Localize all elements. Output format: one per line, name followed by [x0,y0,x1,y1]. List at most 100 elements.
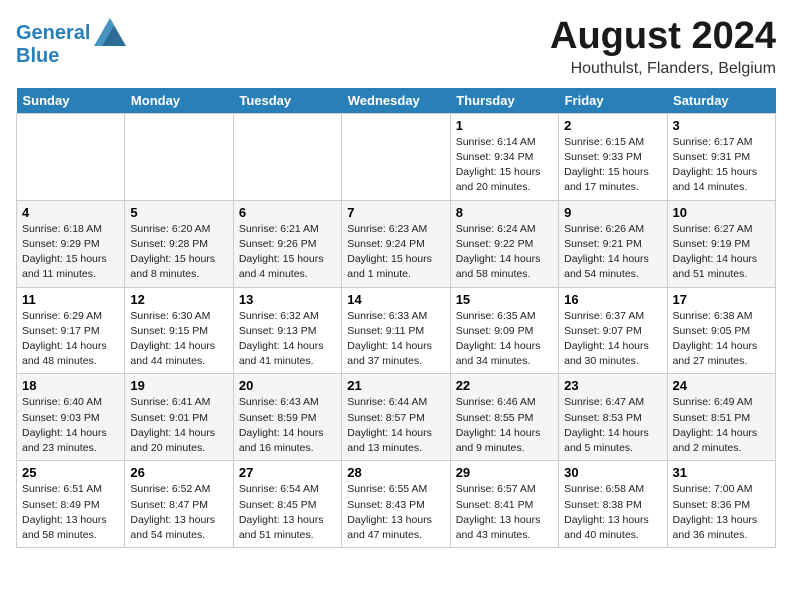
calendar-cell: 1 Sunrise: 6:14 AMSunset: 9:34 PMDaylight… [450,113,558,200]
day-number: 19 [130,378,227,393]
day-info: Sunrise: 6:52 AMSunset: 8:47 PMDaylight:… [130,482,227,543]
calendar-cell: 5Sunrise: 6:20 AMSunset: 9:28 PMDaylight… [125,200,233,287]
calendar-cell: 8 Sunrise: 6:24 AMSunset: 9:22 PMDaylight… [450,200,558,287]
day-info: Sunrise: 6:43 AMSunset: 8:59 PMDaylight:… [239,395,336,456]
day-info: Sunrise: 6:54 AMSunset: 8:45 PMDaylight:… [239,482,336,543]
day-number: 18 [22,378,119,393]
day-number: 9 [564,205,661,220]
page-header: General Blue August 2024 Houthulst, Flan… [16,16,776,78]
day-number: 30 [564,465,661,480]
weekday-header-saturday: Saturday [667,88,775,114]
week-row-3: 11 Sunrise: 6:29 AMSunset: 9:17 PMDayligh… [17,287,776,374]
day-info: Sunrise: 6:38 AMSunset: 9:05 PMDaylight:… [673,309,770,370]
day-info: Sunrise: 6:57 AMSunset: 8:41 PMDaylight:… [456,482,553,543]
week-row-5: 25Sunrise: 6:51 AMSunset: 8:49 PMDayligh… [17,461,776,548]
calendar-cell: 20 Sunrise: 6:43 AMSunset: 8:59 PMDayligh… [233,374,341,461]
location: Houthulst, Flanders, Belgium [550,60,776,78]
day-info: Sunrise: 6:14 AMSunset: 9:34 PMDaylight:… [456,135,553,196]
day-number: 20 [239,378,336,393]
calendar-cell: 31Sunrise: 7:00 AMSunset: 8:36 PMDayligh… [667,461,775,548]
day-info: Sunrise: 6:29 AMSunset: 9:17 PMDaylight:… [22,309,119,370]
day-number: 1 [456,118,553,133]
calendar-cell: 29Sunrise: 6:57 AMSunset: 8:41 PMDayligh… [450,461,558,548]
day-number: 16 [564,292,661,307]
day-number: 8 [456,205,553,220]
day-info: Sunrise: 6:32 AMSunset: 9:13 PMDaylight:… [239,309,336,370]
day-number: 22 [456,378,553,393]
day-number: 4 [22,205,119,220]
calendar-cell: 26 Sunrise: 6:52 AMSunset: 8:47 PMDayligh… [125,461,233,548]
day-info: Sunrise: 6:58 AMSunset: 8:38 PMDaylight:… [564,482,661,543]
week-row-1: 1 Sunrise: 6:14 AMSunset: 9:34 PMDaylight… [17,113,776,200]
day-number: 24 [673,378,770,393]
calendar-cell: 16 Sunrise: 6:37 AMSunset: 9:07 PMDayligh… [559,287,667,374]
weekday-header-sunday: Sunday [17,88,125,114]
day-info: Sunrise: 6:27 AMSunset: 9:19 PMDaylight:… [673,222,770,283]
day-info: Sunrise: 6:18 AMSunset: 9:29 PMDaylight:… [22,222,119,283]
day-number: 14 [347,292,444,307]
day-info: Sunrise: 6:49 AMSunset: 8:51 PMDaylight:… [673,395,770,456]
day-number: 6 [239,205,336,220]
day-number: 27 [239,465,336,480]
day-number: 10 [673,205,770,220]
calendar-cell: 15Sunrise: 6:35 AMSunset: 9:09 PMDayligh… [450,287,558,374]
day-number: 15 [456,292,553,307]
day-number: 13 [239,292,336,307]
calendar-cell: 17 Sunrise: 6:38 AMSunset: 9:05 PMDayligh… [667,287,775,374]
calendar-cell: 10 Sunrise: 6:27 AMSunset: 9:19 PMDayligh… [667,200,775,287]
calendar-cell: 11 Sunrise: 6:29 AMSunset: 9:17 PMDayligh… [17,287,125,374]
weekday-header-tuesday: Tuesday [233,88,341,114]
calendar-cell: 30 Sunrise: 6:58 AMSunset: 8:38 PMDayligh… [559,461,667,548]
day-number: 12 [130,292,227,307]
day-info: Sunrise: 6:41 AMSunset: 9:01 PMDaylight:… [130,395,227,456]
calendar-cell: 4 Sunrise: 6:18 AMSunset: 9:29 PMDaylight… [17,200,125,287]
calendar-cell: 27 Sunrise: 6:54 AMSunset: 8:45 PMDayligh… [233,461,341,548]
day-info: Sunrise: 6:44 AMSunset: 8:57 PMDaylight:… [347,395,444,456]
day-info: Sunrise: 6:46 AMSunset: 8:55 PMDaylight:… [456,395,553,456]
calendar-cell [125,113,233,200]
day-info: Sunrise: 6:40 AMSunset: 9:03 PMDaylight:… [22,395,119,456]
calendar-cell: 3 Sunrise: 6:17 AMSunset: 9:31 PMDaylight… [667,113,775,200]
day-info: Sunrise: 6:30 AMSunset: 9:15 PMDaylight:… [130,309,227,370]
day-info: Sunrise: 6:37 AMSunset: 9:07 PMDaylight:… [564,309,661,370]
calendar-cell: 18 Sunrise: 6:40 AMSunset: 9:03 PMDayligh… [17,374,125,461]
weekday-header-friday: Friday [559,88,667,114]
day-number: 23 [564,378,661,393]
calendar-cell: 12 Sunrise: 6:30 AMSunset: 9:15 PMDayligh… [125,287,233,374]
day-number: 25 [22,465,119,480]
calendar-cell: 21 Sunrise: 6:44 AMSunset: 8:57 PMDayligh… [342,374,450,461]
logo-text: General [16,23,90,43]
day-info: Sunrise: 6:23 AMSunset: 9:24 PMDaylight:… [347,222,444,283]
calendar-cell [233,113,341,200]
calendar-cell: 6 Sunrise: 6:21 AMSunset: 9:26 PMDaylight… [233,200,341,287]
day-info: Sunrise: 6:20 AMSunset: 9:28 PMDaylight:… [130,222,227,283]
day-info: Sunrise: 6:21 AMSunset: 9:26 PMDaylight:… [239,222,336,283]
day-number: 17 [673,292,770,307]
day-number: 21 [347,378,444,393]
calendar-table: SundayMondayTuesdayWednesdayThursdayFrid… [16,88,776,548]
weekday-header-thursday: Thursday [450,88,558,114]
day-info: Sunrise: 6:26 AMSunset: 9:21 PMDaylight:… [564,222,661,283]
logo: General Blue [16,20,126,66]
calendar-cell: 23Sunrise: 6:47 AMSunset: 8:53 PMDayligh… [559,374,667,461]
day-number: 11 [22,292,119,307]
day-info: Sunrise: 6:17 AMSunset: 9:31 PMDaylight:… [673,135,770,196]
calendar-cell: 9 Sunrise: 6:26 AMSunset: 9:21 PMDaylight… [559,200,667,287]
calendar-cell: 7 Sunrise: 6:23 AMSunset: 9:24 PMDaylight… [342,200,450,287]
day-info: Sunrise: 6:33 AMSunset: 9:11 PMDaylight:… [347,309,444,370]
day-number: 26 [130,465,227,480]
day-info: Sunrise: 7:00 AMSunset: 8:36 PMDaylight:… [673,482,770,543]
day-number: 3 [673,118,770,133]
week-row-2: 4 Sunrise: 6:18 AMSunset: 9:29 PMDaylight… [17,200,776,287]
calendar-cell [342,113,450,200]
logo-text2: Blue [16,46,126,66]
calendar-cell: 25Sunrise: 6:51 AMSunset: 8:49 PMDayligh… [17,461,125,548]
day-number: 2 [564,118,661,133]
calendar-cell: 2Sunrise: 6:15 AMSunset: 9:33 PMDaylight… [559,113,667,200]
week-row-4: 18 Sunrise: 6:40 AMSunset: 9:03 PMDayligh… [17,374,776,461]
day-info: Sunrise: 6:24 AMSunset: 9:22 PMDaylight:… [456,222,553,283]
day-number: 7 [347,205,444,220]
calendar-cell: 14 Sunrise: 6:33 AMSunset: 9:11 PMDayligh… [342,287,450,374]
title-block: August 2024 Houthulst, Flanders, Belgium [550,16,776,78]
calendar-cell: 28Sunrise: 6:55 AMSunset: 8:43 PMDayligh… [342,461,450,548]
